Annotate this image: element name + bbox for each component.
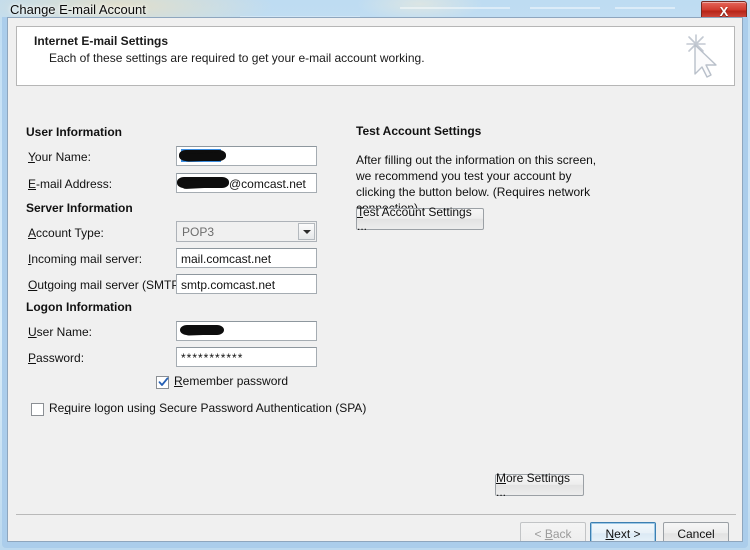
remember-password-label-text: emember password [182,374,289,388]
cancel-label: Cancel [677,526,715,541]
incoming-label-text: ncoming mail server: [31,252,143,266]
section-server-information: Server Information [26,201,133,215]
section-user-information: User Information [26,125,123,139]
remember-password-checkbox[interactable] [156,376,169,389]
cancel-button[interactable]: Cancel [663,522,729,541]
require-spa-label-text: uire logon using Secure Password Authent… [71,401,367,415]
user-name-accesskey: U [28,325,37,339]
your-name-label-text: our Name: [34,150,91,164]
dialog-body: User Information Your Name: E-mail Addre… [8,88,742,513]
next-label: ext > [614,526,641,541]
section-logon-information: Logon Information [26,300,132,314]
user-name-input[interactable] [176,321,317,341]
checkmark-icon [158,377,169,386]
remember-password-label: Remember password [174,374,288,388]
email-address-accesskey: E [28,177,37,191]
back-prefix: < [534,526,545,541]
outgoing-mail-server-input[interactable]: smtp.comcast.net [176,274,317,294]
dialog-client-area: Internet E-mail Settings Each of these s… [7,17,743,542]
chevron-down-icon[interactable] [298,223,315,240]
window-title: Change E-mail Account [10,2,146,17]
back-button[interactable]: < Back [520,522,586,541]
header-title: Internet E-mail Settings [34,34,169,48]
back-accesskey: B [544,526,553,541]
next-button[interactable]: Next > [590,522,656,541]
your-name-input[interactable] [176,146,317,166]
incoming-mail-server-input[interactable]: mail.comcast.net [176,248,317,268]
require-spa-label-prefix: Re [49,401,65,415]
password-label-text: assword: [36,351,85,365]
test-account-button-label: est Account Settings ... [357,205,472,233]
change-email-account-window: Change E-mail Account X Internet E-mail … [0,0,750,550]
email-address-label: E-mail Address: [28,177,112,191]
require-spa-label: Require logon using Secure Password Auth… [49,401,366,415]
account-type-select[interactable]: POP3 [176,221,317,242]
account-type-value: POP3 [182,225,215,239]
require-spa-checkbox[interactable] [31,403,44,416]
test-account-pane: Test Account Settings After filling out … [356,124,716,216]
more-settings-label: ore Settings ... [496,471,571,499]
email-address-label-text: -mail Address: [36,177,113,191]
password-label: Password: [28,351,84,365]
user-name-label-text: ser Name: [36,325,93,339]
next-accesskey: N [605,526,615,541]
password-accesskey: P [28,351,37,365]
user-name-label: User Name: [28,325,92,339]
more-settings-button[interactable]: More Settings ... [495,471,584,499]
more-settings-accesskey: M [496,471,506,485]
account-type-label-text: ccount Type: [36,226,104,240]
incoming-mail-server-label: Incoming mail server: [28,252,142,266]
user-name-redaction-2 [183,327,223,336]
account-type-accesskey: A [28,226,37,240]
your-name-redaction-2 [182,152,226,162]
your-name-label: Your Name: [28,150,91,164]
header-subtitle: Each of these settings are required to g… [49,51,425,65]
dialog-header: Internet E-mail Settings Each of these s… [16,26,735,86]
outgoing-accesskey: O [28,278,38,292]
outgoing-label-text: utgoing mail server (SMTP): [37,278,187,292]
your-name-accesskey: Y [28,150,35,164]
test-account-title: Test Account Settings [356,124,482,138]
remember-password-accesskey: R [174,374,183,388]
email-address-value: @comcast.net [229,177,306,191]
outgoing-mail-server-label: Outgoing mail server (SMTP): [28,278,187,292]
account-type-label: Account Type: [28,226,104,240]
footer-divider [16,514,736,515]
cursor-sparkle-icon [686,34,717,78]
test-account-settings-button[interactable]: Test Account Settings ... [356,205,484,233]
password-input[interactable]: *********** [176,347,317,367]
back-label: ack [552,526,572,541]
email-address-input[interactable]: @comcast.net [176,173,317,193]
